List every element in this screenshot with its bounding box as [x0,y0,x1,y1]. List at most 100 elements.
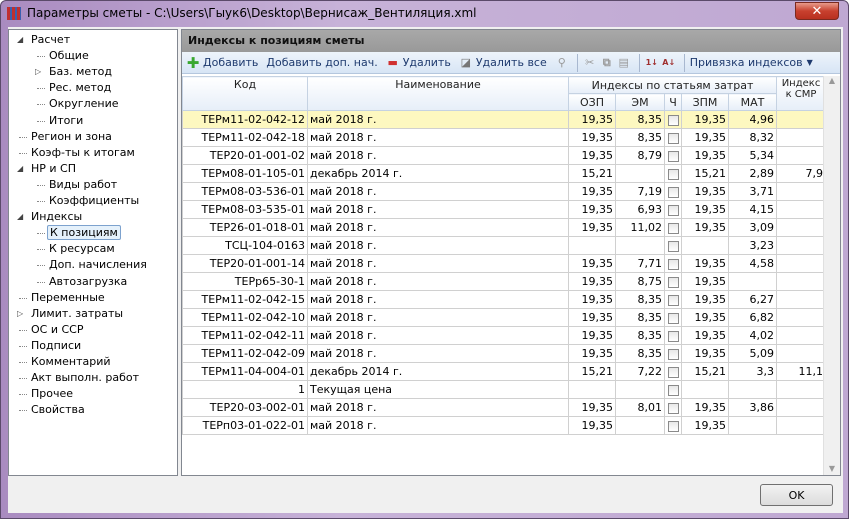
cell-name[interactable]: Текущая цена [307,380,569,399]
add-extra-button[interactable]: Добавить доп. нач. [266,56,377,69]
cell-ch[interactable] [664,110,682,129]
tree-item[interactable]: Свойства [19,402,87,418]
cell-mat[interactable]: 3,3 [728,362,777,381]
cell-em[interactable]: 8,35 [615,290,665,309]
cell-code[interactable]: ТЕРм11-02-042-09 [182,344,308,363]
cell-zpm[interactable]: 19,35 [681,110,729,129]
cell-zpm[interactable]: 19,35 [681,398,729,417]
cell-zpm[interactable]: 19,35 [681,290,729,309]
table-row[interactable]: ТЕРм11-02-042-18 май 2018 г. 19,35 8,35 19,3… [182,128,826,147]
cell-code[interactable]: ТЕРм08-03-535-01 [182,200,308,219]
cell-ch[interactable] [664,200,682,219]
cell-code[interactable]: 1 [182,380,308,399]
cell-mat[interactable]: 3,09 [728,218,777,237]
cell-em[interactable] [615,164,665,183]
ch-checkbox[interactable] [667,384,679,396]
cell-code[interactable]: ТЕРм11-04-004-01 [182,362,308,381]
cell-mat[interactable] [728,416,777,435]
cell-code[interactable]: ТЕРм11-02-042-15 [182,290,308,309]
delete-button[interactable]: ▬ Удалить [386,56,451,69]
cell-code[interactable]: ТЕР20-01-001-14 [182,254,308,273]
tree-item[interactable]: К ресурсам [37,241,117,257]
ch-checkbox[interactable] [667,168,679,180]
cell-name[interactable]: декабрь 2014 г. [307,164,569,183]
table-row[interactable]: ТЕРм08-03-536-01 май 2018 г. 19,35 7,19 19,3… [182,182,826,201]
header-zpm[interactable]: ЗПМ [681,93,729,111]
cell-mat[interactable]: 8,32 [728,128,777,147]
cell-smr[interactable] [776,182,826,201]
table-row[interactable]: ТЕРр65-30-1 май 2018 г. 19,35 8,75 19,35 [182,272,826,291]
collapsed-arrow-icon[interactable]: ▷ [35,64,41,80]
cell-zpm[interactable]: 19,35 [681,308,729,327]
tree-item[interactable]: ОС и ССР [19,322,85,338]
header-code[interactable]: Код [182,76,308,111]
ch-checkbox[interactable] [667,294,679,306]
expanded-arrow-icon[interactable]: ◢ [17,161,23,177]
cell-smr[interactable]: 7,9 [776,164,826,183]
cell-em[interactable]: 8,35 [615,326,665,345]
cell-name[interactable]: декабрь 2014 г. [307,362,569,381]
tree-item[interactable]: К позициям [37,225,121,241]
cell-em[interactable]: 8,35 [615,128,665,147]
table-row[interactable]: ТЕРм11-02-042-15 май 2018 г. 19,35 8,35 19,3… [182,290,826,309]
cell-ozp[interactable]: 19,35 [568,254,616,273]
cell-smr[interactable] [776,110,826,129]
cell-ozp[interactable]: 19,35 [568,128,616,147]
ch-checkbox[interactable] [667,186,679,198]
tree-item[interactable]: Рес. метод [37,80,113,96]
cell-code[interactable]: ТЕРп03-01-022-01 [182,416,308,435]
cell-name[interactable]: май 2018 г. [307,272,569,291]
cell-smr[interactable] [776,236,826,255]
cell-ch[interactable] [664,290,682,309]
tree-item[interactable]: Автозагрузка [37,274,129,290]
table-row[interactable]: ТЕР20-03-002-01 май 2018 г. 19,35 8,01 19,35… [182,398,826,417]
cell-zpm[interactable]: 15,21 [681,164,729,183]
cell-zpm[interactable]: 15,21 [681,362,729,381]
header-name[interactable]: Наименование [307,76,569,111]
cell-mat[interactable]: 4,58 [728,254,777,273]
cell-mat[interactable] [728,272,777,291]
cell-smr[interactable] [776,128,826,147]
tree-item[interactable]: ◢ Индексы [17,209,84,225]
cell-em[interactable] [615,236,665,255]
ch-checkbox[interactable] [667,258,679,270]
header-mat[interactable]: МАТ [728,93,777,111]
header-ozp[interactable]: ОЗП [568,93,616,111]
table-row[interactable]: ТЕР20-01-001-02 май 2018 г. 19,35 8,79 19,35… [182,146,826,165]
cell-name[interactable]: май 2018 г. [307,254,569,273]
cell-zpm[interactable]: 19,35 [681,218,729,237]
ok-button[interactable]: OK [760,484,833,506]
cell-ch[interactable] [664,380,682,399]
cell-ch[interactable] [664,146,682,165]
paste-icon[interactable]: ▤ [617,56,631,69]
cell-smr[interactable]: 11,1 [776,362,826,381]
cell-ch[interactable] [664,164,682,183]
table-row[interactable]: ТЕРм11-02-042-11 май 2018 г. 19,35 8,35 19,3… [182,326,826,345]
cell-ozp[interactable] [568,380,616,399]
expanded-arrow-icon[interactable]: ◢ [17,209,23,225]
cell-ozp[interactable]: 19,35 [568,416,616,435]
cell-code[interactable]: ТСЦ-104-0163 [182,236,308,255]
tree-item[interactable]: Комментарий [19,354,113,370]
cell-zpm[interactable]: 19,35 [681,200,729,219]
cell-mat[interactable]: 6,82 [728,308,777,327]
cell-ch[interactable] [664,182,682,201]
cell-em[interactable]: 7,22 [615,362,665,381]
cell-smr[interactable] [776,308,826,327]
ch-checkbox[interactable] [667,402,679,414]
cell-mat[interactable]: 3,23 [728,236,777,255]
cell-name[interactable]: май 2018 г. [307,182,569,201]
cell-em[interactable]: 11,02 [615,218,665,237]
cell-name[interactable]: май 2018 г. [307,128,569,147]
cell-ch[interactable] [664,272,682,291]
cell-smr[interactable] [776,344,826,363]
cell-em[interactable]: 8,79 [615,146,665,165]
scroll-up-icon[interactable]: ▲ [824,76,840,85]
scroll-down-icon[interactable]: ▼ [824,464,840,473]
cell-smr[interactable] [776,272,826,291]
tree-item[interactable]: Переменные [19,290,107,306]
cell-smr[interactable] [776,146,826,165]
tree-item[interactable]: Доп. начисления [37,257,149,273]
cell-ch[interactable] [664,236,682,255]
tree-item[interactable]: Прочее [19,386,75,402]
